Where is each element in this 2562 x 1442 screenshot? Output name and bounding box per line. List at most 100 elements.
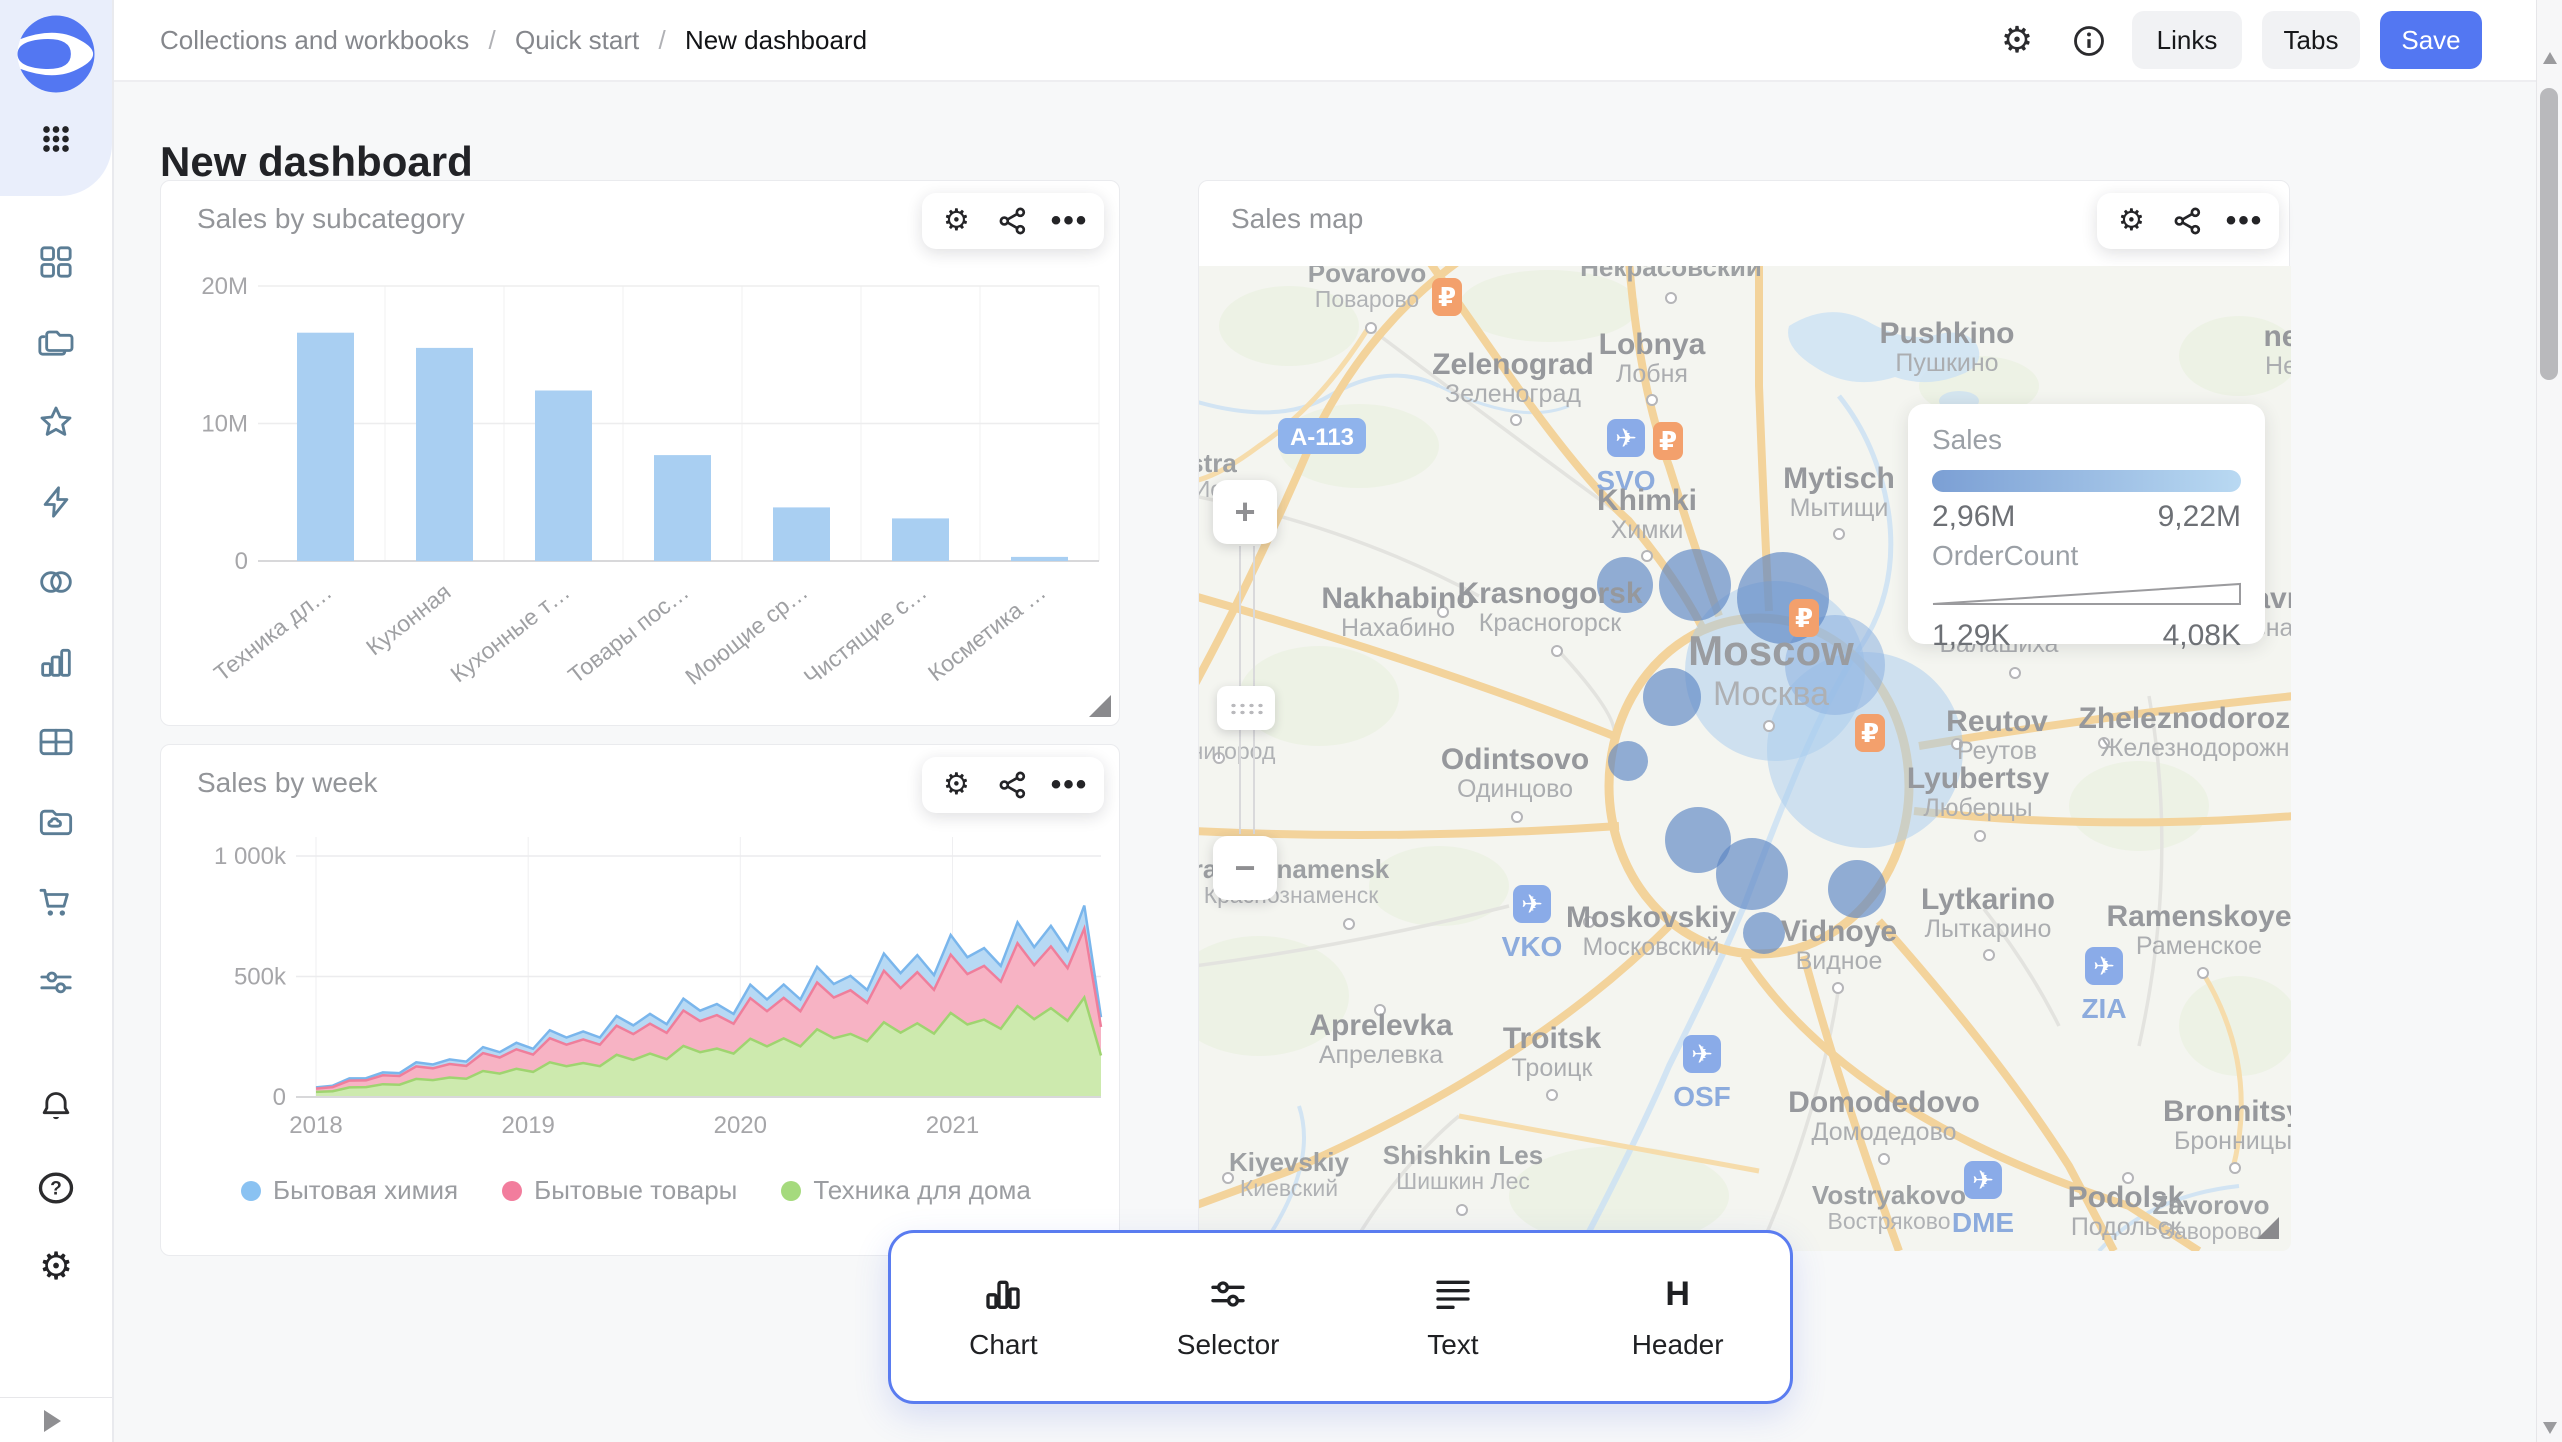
- datalens-logo[interactable]: [14, 12, 98, 96]
- widget-more-icon[interactable]: •••: [1048, 763, 1092, 807]
- map-place-label: MoskovskiyМосковский: [1566, 901, 1736, 961]
- add-widget-toolbar: Chart Selector Text: [888, 1230, 1793, 1404]
- settings-gear-icon[interactable]: ⚙: [34, 1244, 78, 1288]
- map-zoom-out-button[interactable]: −: [1213, 836, 1277, 900]
- svg-text:Зеленоград: Зеленоград: [1445, 380, 1581, 408]
- svg-text:Реутов: Реутов: [1957, 737, 2037, 765]
- svg-text:Раменское: Раменское: [2136, 932, 2262, 960]
- orders-min: 1,29K: [1932, 619, 2010, 653]
- toolbar-text-label: Text: [1427, 1329, 1478, 1361]
- bolt-icon[interactable]: [34, 480, 78, 524]
- tabs-button[interactable]: Tabs: [2262, 11, 2360, 69]
- toolbar-text-button[interactable]: Text: [1341, 1233, 1566, 1401]
- widget-more-icon[interactable]: •••: [1048, 199, 1092, 243]
- cloud-folder-icon[interactable]: [34, 800, 78, 844]
- widget-share-icon[interactable]: [991, 199, 1035, 243]
- svg-text:Заворово: Заворово: [2160, 1218, 2262, 1244]
- map-zoom-in-button[interactable]: +: [1213, 480, 1277, 544]
- svg-text:Домодедово: Домодедово: [1812, 1118, 1957, 1146]
- widget-title: Sales by week: [197, 767, 378, 799]
- map-zoom-slider-grip[interactable]: [1217, 686, 1275, 730]
- widget-sales-by-subcategory[interactable]: 20M10M0Техника дл…КухоннаяКухонные т…Тов…: [160, 180, 1120, 726]
- services-sliders-icon[interactable]: [34, 960, 78, 1004]
- marketplace-cart-icon[interactable]: [34, 880, 78, 924]
- sales-map-canvas[interactable]: ₽₽₽₽A-113✈SVO✈VKO✈OSF✈ZIA✈DMEMoscowМоскв…: [1199, 266, 2291, 1251]
- widget-resize-handle[interactable]: [2257, 1217, 2279, 1239]
- bar-chart-plot[interactable]: 20M10M0Техника дл…КухоннаяКухонные т…Тов…: [161, 181, 1119, 725]
- breadcrumb-collections[interactable]: Collections and workbooks: [160, 25, 469, 55]
- svg-text:Бронницы: Бронницы: [2174, 1127, 2291, 1155]
- order-count-wedge: [1932, 582, 2241, 606]
- legend-item[interactable]: Техника для дома: [781, 1175, 1030, 1206]
- toolbar-chart-label: Chart: [969, 1329, 1037, 1361]
- svg-text:Чистящие с…: Чистящие с…: [799, 578, 932, 690]
- sales-min: 2,96M: [1932, 500, 2015, 534]
- toolbar-header-button[interactable]: H Header: [1565, 1233, 1790, 1401]
- svg-text:10M: 10M: [201, 411, 248, 438]
- widget-sales-by-week[interactable]: 20182019202020211 000k500k0 Sales by wee…: [160, 744, 1120, 1256]
- grip-dots-icon: [1229, 702, 1263, 715]
- svg-text:Видное: Видное: [1796, 947, 1883, 975]
- widget-share-icon[interactable]: [991, 763, 1035, 807]
- legend-label: Бытовая химия: [273, 1175, 458, 1206]
- widget-settings-gear-icon[interactable]: ⚙: [935, 763, 979, 807]
- links-button[interactable]: Links: [2132, 11, 2242, 69]
- map-place-label: NakhabinoНахабино: [1321, 582, 1474, 642]
- svg-text:20M: 20M: [201, 273, 248, 300]
- info-icon[interactable]: [2070, 22, 2108, 60]
- help-icon[interactable]: ?: [34, 1166, 78, 1210]
- svg-text:Lobnya: Lobnya: [1599, 328, 1706, 361]
- scrollbar-thumb[interactable]: [2540, 88, 2558, 380]
- toolbar-chart-button[interactable]: Chart: [891, 1233, 1116, 1401]
- svg-text:Kiyevskiy: Kiyevskiy: [1229, 1147, 1350, 1177]
- widget-more-icon[interactable]: •••: [2223, 199, 2267, 243]
- legend-item[interactable]: Бытовые товары: [502, 1175, 737, 1206]
- orders-max: 4,08K: [2163, 619, 2241, 653]
- dashboards-icon[interactable]: [34, 240, 78, 284]
- legend-dot: [781, 1181, 801, 1201]
- svg-text:Povarovo: Povarovo: [1308, 266, 1427, 288]
- apps-grid-icon[interactable]: [34, 117, 78, 161]
- svg-text:Zavorovo: Zavorovo: [2152, 1190, 2269, 1220]
- breadcrumb-quick-start[interactable]: Quick start: [515, 25, 639, 55]
- svg-text:Нахабино: Нахабино: [1341, 614, 1455, 642]
- svg-text:Московский: Московский: [1583, 933, 1720, 961]
- widget-title: Sales by subcategory: [197, 203, 465, 235]
- svg-text:Кухонные т…: Кухонные т…: [445, 578, 574, 687]
- breadcrumb-separator: /: [658, 25, 665, 55]
- toolbar-selector-button[interactable]: Selector: [1116, 1233, 1341, 1401]
- svg-text:Ramenskoye: Ramenskoye: [2106, 900, 2291, 933]
- scroll-up-arrow-icon[interactable]: [2543, 52, 2557, 64]
- dashboard-canvas: New dashboard 20M10M0Техника дл…Кухонная…: [114, 80, 2536, 1442]
- sidebar-divider: [0, 1397, 112, 1398]
- bell-icon[interactable]: [34, 1084, 78, 1128]
- expand-sidebar-icon[interactable]: [44, 1410, 61, 1432]
- page-title: New dashboard: [160, 138, 473, 186]
- widget-share-icon[interactable]: [2166, 199, 2210, 243]
- connections-icon[interactable]: [34, 560, 78, 604]
- collections-icon[interactable]: [34, 320, 78, 364]
- widget-settings-gear-icon[interactable]: ⚙: [935, 199, 979, 243]
- widget-resize-handle[interactable]: [1089, 695, 1111, 717]
- svg-text:Reutov: Reutov: [1946, 705, 2048, 738]
- svg-text:✈: ✈: [2093, 952, 2115, 982]
- widget-settings-gear-icon[interactable]: ⚙: [2110, 199, 2154, 243]
- svg-text:Киевский: Киевский: [1240, 1175, 1338, 1201]
- save-button[interactable]: Save: [2380, 11, 2482, 69]
- svg-text:✈: ✈: [1691, 1040, 1713, 1070]
- svg-text:Некрасовский: Некрасовский: [1580, 266, 1762, 282]
- vertical-scrollbar[interactable]: [2536, 0, 2562, 1442]
- svg-text:Техника дл…: Техника дл…: [209, 578, 337, 686]
- widget-sales-map[interactable]: Sales map ⚙ ••• ₽₽₽₽A-113✈SVO✈VKO✈OSF✈ZI…: [1198, 180, 2290, 1250]
- charts-icon[interactable]: [34, 640, 78, 684]
- scroll-down-arrow-icon[interactable]: [2543, 1422, 2557, 1434]
- dashboard-settings-gear-icon[interactable]: ⚙: [1998, 22, 2036, 60]
- favorites-star-icon[interactable]: [34, 400, 78, 444]
- svg-text:Krasnogorsk: Krasnogorsk: [1457, 577, 1642, 610]
- area-chart-legend[interactable]: Бытовая химия Бытовые товары Техника для д…: [241, 1175, 1031, 1206]
- datasets-table-icon[interactable]: [34, 720, 78, 764]
- chart-icon: [983, 1273, 1023, 1315]
- svg-text:A-113: A-113: [1290, 424, 1354, 451]
- sales-bubble: [1608, 741, 1648, 781]
- legend-item[interactable]: Бытовая химия: [241, 1175, 458, 1206]
